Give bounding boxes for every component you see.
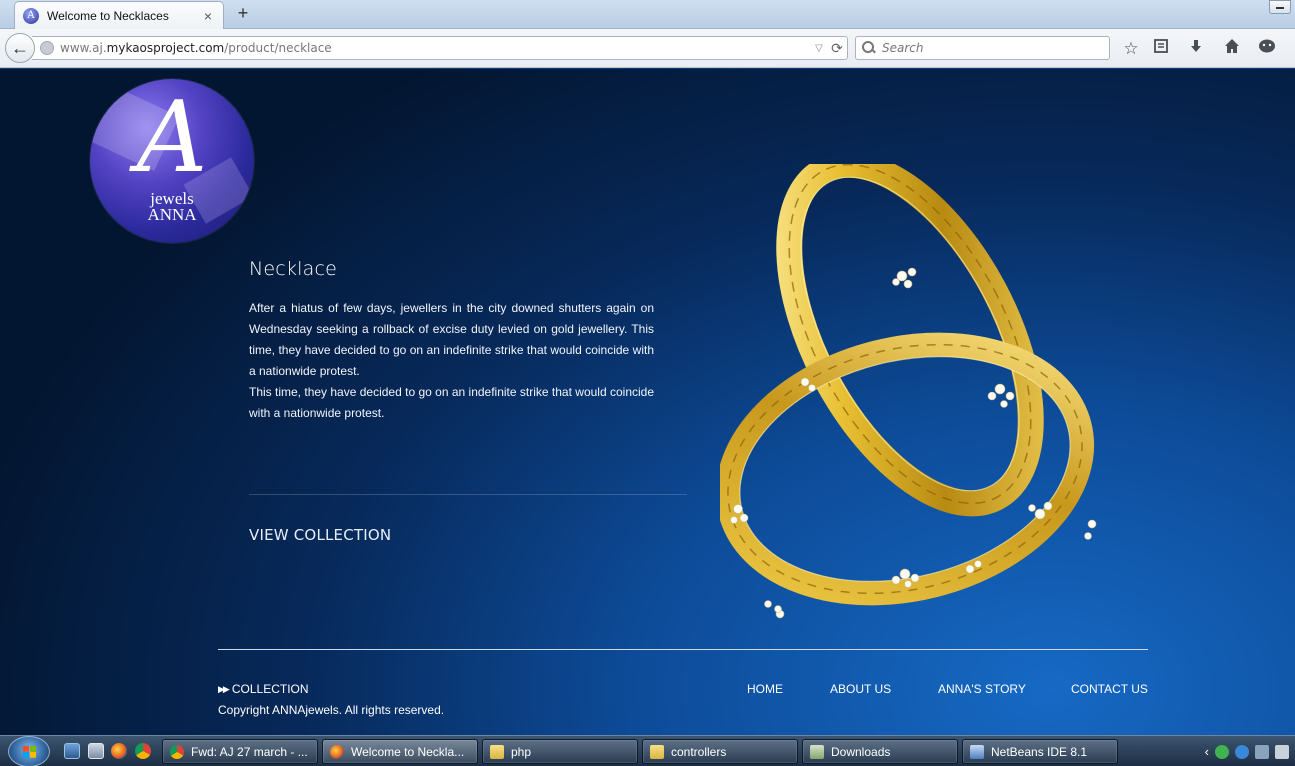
- footer-nav-contact-us[interactable]: CONTACT US: [1071, 682, 1148, 696]
- description-paragraph-2: This time, they have decided to go on an…: [249, 385, 654, 420]
- taskbar-item-label: Fwd: AJ 27 march - ...: [191, 744, 308, 759]
- tray-expand-icon[interactable]: ‹: [1205, 744, 1209, 759]
- reading-list-icon[interactable]: [1150, 38, 1172, 60]
- folder-icon: [810, 744, 824, 759]
- tab-close-icon[interactable]: ×: [201, 8, 215, 24]
- chrome-icon: [170, 744, 184, 759]
- footer-collection-link[interactable]: ▶▶ COLLECTION: [218, 682, 309, 696]
- url-prefix: www.aj.: [60, 41, 107, 55]
- taskbar-item-firefox[interactable]: Welcome to Neckla...: [322, 739, 478, 764]
- search-placeholder: Search: [882, 41, 924, 55]
- window-minimize-button[interactable]: [1269, 0, 1291, 14]
- site-favicon-icon: A: [23, 7, 39, 24]
- folder-icon: [490, 744, 504, 759]
- search-input[interactable]: Search: [855, 36, 1110, 60]
- home-icon[interactable]: [1221, 38, 1243, 60]
- footer-collection-label: COLLECTION: [231, 682, 309, 696]
- browser-tab[interactable]: A Welcome to Necklaces ×: [14, 1, 224, 29]
- taskbar-item-label: NetBeans IDE 8.1: [991, 744, 1088, 759]
- bangles-product-image: [715, 151, 1110, 670]
- fast-forward-icon: ▶▶: [218, 683, 230, 694]
- product-title: Necklace: [249, 258, 338, 280]
- view-collection-link[interactable]: VIEW COLLECTION: [249, 526, 391, 544]
- firefox-quicklaunch-icon[interactable]: [111, 743, 127, 759]
- tab-title: Welcome to Necklaces: [47, 8, 169, 23]
- start-button[interactable]: [8, 736, 50, 766]
- taskbar-item-label: Downloads: [831, 744, 891, 759]
- url-domain: mykaosproject.com: [106, 41, 225, 55]
- copyright-text: Copyright ANNAjewels. All rights reserve…: [218, 703, 445, 717]
- download-icon[interactable]: [1185, 38, 1207, 60]
- logo-text: jewels ANNA: [90, 190, 254, 224]
- section-divider: [249, 494, 687, 495]
- search-icon: [862, 41, 876, 55]
- taskbar-item-php-folder[interactable]: php: [482, 739, 638, 764]
- description-paragraph-1: After a hiatus of few days, jewellers in…: [249, 301, 654, 378]
- tray-info-icon[interactable]: [1235, 744, 1249, 759]
- page-content: A jewels ANNA Necklace After a hiatus of…: [0, 69, 1295, 735]
- bookmark-star-icon[interactable]: ☆: [1120, 38, 1142, 60]
- logo-letter: A: [136, 81, 208, 195]
- footer-nav-about-us[interactable]: ABOUT US: [830, 682, 891, 696]
- taskbar-item-downloads-folder[interactable]: Downloads: [802, 739, 958, 764]
- chrome-quicklaunch-icon[interactable]: [135, 743, 151, 759]
- product-description: After a hiatus of few days, jewellers in…: [249, 298, 654, 424]
- reload-icon[interactable]: ⟳: [827, 40, 847, 57]
- url-path: /product/necklace: [224, 41, 332, 55]
- browser-tab-bar: A Welcome to Necklaces × +: [0, 0, 1295, 29]
- new-tab-button[interactable]: +: [234, 4, 252, 22]
- logo-line-anna: ANNA: [147, 205, 197, 224]
- hello-chat-icon[interactable]: [1256, 38, 1278, 60]
- taskbar-item-netbeans[interactable]: NetBeans IDE 8.1: [962, 739, 1118, 764]
- anna-jewels-logo[interactable]: A jewels ANNA: [90, 79, 254, 243]
- switch-windows-icon[interactable]: [88, 743, 104, 759]
- firefox-icon: [330, 744, 344, 759]
- globe-icon: [40, 41, 54, 55]
- system-tray: ‹: [1205, 736, 1295, 766]
- taskbar-item-controllers-folder[interactable]: controllers: [642, 739, 798, 764]
- show-desktop-icon[interactable]: [64, 743, 80, 759]
- folder-icon: [650, 744, 664, 759]
- taskbar-item-chrome[interactable]: Fwd: AJ 27 march - ...: [162, 739, 318, 764]
- taskbar-item-label: php: [511, 744, 532, 759]
- browser-nav-bar: www.aj.mykaosproject.com/product/necklac…: [0, 29, 1295, 68]
- footer-nav-annas-story[interactable]: ANNA'S STORY: [938, 682, 1026, 696]
- footer-nav-home[interactable]: HOME: [747, 682, 783, 696]
- history-dropdown-icon[interactable]: ▽: [811, 43, 827, 54]
- tray-shield-icon[interactable]: [1215, 744, 1229, 759]
- taskbar: Fwd: AJ 27 march - ... Welcome to Neckla…: [0, 735, 1295, 766]
- footer-rule: [218, 649, 1148, 650]
- netbeans-icon: [970, 744, 984, 759]
- url-text[interactable]: www.aj.mykaosproject.com/product/necklac…: [60, 41, 811, 55]
- tray-volume-icon[interactable]: [1275, 744, 1289, 759]
- back-arrow-icon: ←: [11, 37, 29, 58]
- taskbar-item-label: Welcome to Neckla...: [351, 744, 465, 759]
- taskbar-item-label: controllers: [671, 744, 727, 759]
- tray-network-icon[interactable]: [1255, 744, 1269, 759]
- address-bar[interactable]: www.aj.mykaosproject.com/product/necklac…: [32, 36, 848, 60]
- back-button[interactable]: ←: [5, 33, 35, 63]
